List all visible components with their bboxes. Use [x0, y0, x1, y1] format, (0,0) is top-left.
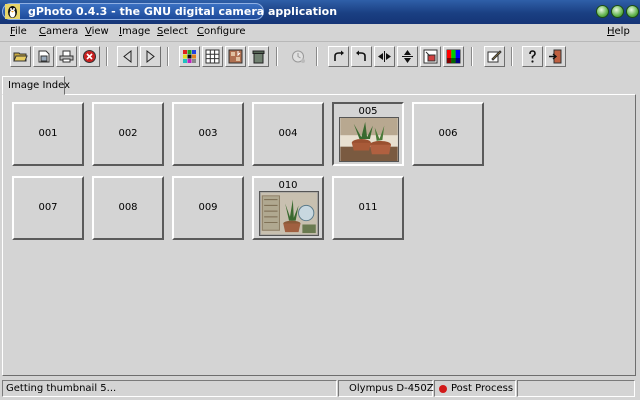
app-penguin-icon[interactable]	[5, 4, 20, 19]
resize-icon	[423, 49, 438, 64]
toolbar-separator	[316, 47, 318, 66]
camera-model: Olympus D-450Z	[349, 383, 434, 394]
timer-icon	[292, 50, 305, 63]
toolbar	[0, 45, 640, 73]
garden-photo-thumbnail	[259, 191, 319, 236]
exit-button[interactable]	[545, 46, 566, 67]
rotate-left-icon	[356, 50, 366, 61]
post-process-panel[interactable]: Post Process	[434, 380, 516, 397]
thumbnail-cell[interactable]: 004	[252, 102, 324, 166]
post-process-label: Post Process	[451, 383, 514, 394]
flip-horizontal-icon	[378, 51, 391, 62]
post-process-indicator-icon	[439, 385, 447, 393]
menu-bar: File Camera View Image Select Configure …	[0, 24, 640, 42]
camera-model-panel: Olympus D-450Z	[338, 380, 434, 397]
colors-button[interactable]	[443, 46, 464, 67]
thumbnail-cell[interactable]: 010	[252, 176, 324, 240]
thumbnail-cell[interactable]: 003	[172, 102, 244, 166]
print-button[interactable]	[56, 46, 77, 67]
next-arrow-icon	[146, 49, 155, 64]
thumbnail-cell[interactable]: 001	[12, 102, 84, 166]
menu-image[interactable]: Image	[119, 26, 150, 37]
image-index-panel: 001 002 003 004 005 006 007 008 009 010	[2, 94, 636, 376]
menu-view[interactable]: View	[85, 26, 109, 37]
save-icon	[38, 50, 50, 63]
help-button[interactable]	[522, 46, 543, 67]
edit-icon	[487, 50, 502, 63]
tab-image-index[interactable]: Image Index	[2, 76, 70, 95]
colors-icon	[446, 49, 461, 64]
thumbnail-cell-selected[interactable]: 005	[332, 102, 404, 166]
cancel-button[interactable]	[79, 46, 100, 67]
thumbnail-cell[interactable]: 009	[172, 176, 244, 240]
resize-button[interactable]	[420, 46, 441, 67]
trash-icon	[252, 50, 265, 64]
progress-panel	[517, 380, 635, 397]
maximize-button[interactable]	[611, 5, 624, 18]
thumbnail-grid-button[interactable]	[202, 46, 223, 67]
menu-configure[interactable]: Configure	[197, 26, 245, 37]
menu-select[interactable]: Select	[157, 26, 188, 37]
camera-download-button[interactable]	[225, 46, 246, 67]
previous-arrow-icon	[123, 49, 132, 64]
delete-button[interactable]	[248, 46, 269, 67]
next-button[interactable]	[140, 46, 161, 67]
exit-icon	[549, 49, 562, 64]
flip-horizontal-button[interactable]	[374, 46, 395, 67]
rotate-right-button[interactable]	[328, 46, 349, 67]
color-grid-button[interactable]	[179, 46, 200, 67]
close-button[interactable]	[626, 5, 639, 18]
menu-help[interactable]: Help	[607, 26, 630, 37]
close-circle-icon	[83, 50, 96, 63]
edit-button[interactable]	[484, 46, 505, 67]
previous-button[interactable]	[117, 46, 138, 67]
toolbar-separator	[276, 47, 278, 66]
thumbnail-cell[interactable]: 002	[92, 102, 164, 166]
menu-file[interactable]: File	[10, 26, 27, 37]
status-message-panel: Getting thumbnail 5...	[2, 380, 337, 397]
status-bar: Getting thumbnail 5... Olympus D-450Z Po…	[0, 378, 640, 400]
status-message: Getting thumbnail 5...	[6, 383, 117, 394]
toolbar-separator	[106, 47, 108, 66]
save-button[interactable]	[33, 46, 54, 67]
thumbnail-cell[interactable]: 008	[92, 176, 164, 240]
window-title: gPhoto 0.4.3 - the GNU digital camera ap…	[28, 5, 338, 18]
toolbar-separator	[511, 47, 513, 66]
help-icon	[529, 50, 536, 63]
camera-download-icon	[228, 49, 243, 64]
toolbar-separator	[471, 47, 473, 66]
title-bar[interactable]: gPhoto 0.4.3 - the GNU digital camera ap…	[0, 0, 640, 24]
print-icon	[59, 50, 74, 63]
thumbnail-cell[interactable]: 007	[12, 176, 84, 240]
open-folder-icon	[13, 52, 28, 62]
open-button[interactable]	[10, 46, 31, 67]
rotate-right-icon	[334, 50, 344, 61]
menu-camera[interactable]: Camera	[39, 26, 78, 37]
flip-vertical-button[interactable]	[397, 46, 418, 67]
thumbnail-grid-icon	[205, 49, 220, 64]
timer-button	[288, 46, 309, 67]
rotate-left-button[interactable]	[351, 46, 372, 67]
color-grid-icon	[183, 50, 196, 63]
toolbar-separator	[167, 47, 169, 66]
plant-photo-thumbnail	[339, 117, 399, 162]
minimize-button[interactable]	[596, 5, 609, 18]
tab-label: Image Index	[8, 80, 71, 91]
flip-vertical-icon	[402, 50, 413, 63]
thumbnail-cell[interactable]: 011	[332, 176, 404, 240]
thumbnail-cell[interactable]: 006	[412, 102, 484, 166]
